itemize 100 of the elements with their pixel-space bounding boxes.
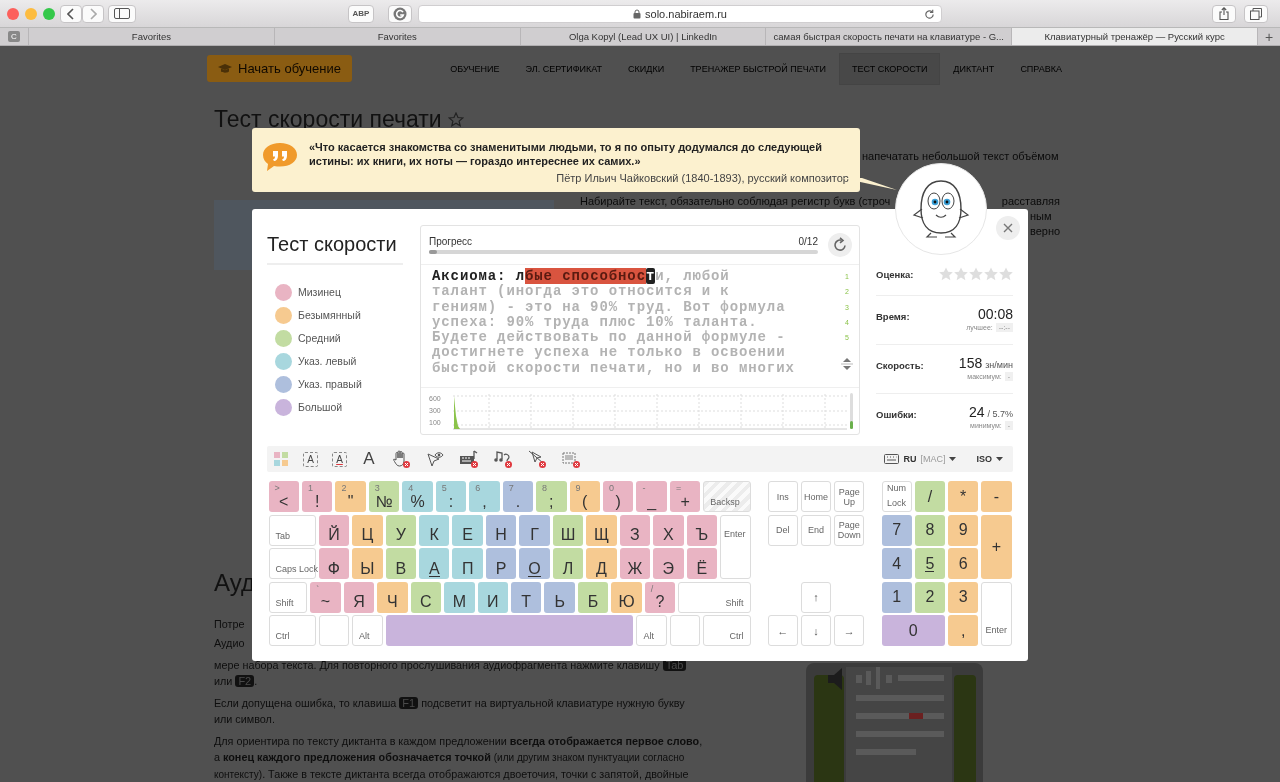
arrow-key: ← [767,615,798,646]
letter-toggle[interactable]: A [332,451,347,467]
quote-text: «Что касается знакомства со знаменитыми людьми, то я по опыту додумался до следующей истины: их книги, их ноты — гораздо интереснее их самих.» [309,140,823,168]
reload-icon[interactable] [924,8,935,20]
num-lock-key: Num Lock [881,481,912,512]
pointer-slash-icon[interactable] [527,449,547,469]
finger-label: Указ. правый [298,378,362,390]
browser-tab[interactable]: Olga Kopyl (Lead UX UI) | LinkedIn [520,28,767,45]
address-bar[interactable]: solo.nabiraem.ru [418,4,942,23]
letter-toggle[interactable]: A [303,451,318,467]
paragraph-text: Потре [214,617,245,632]
letter-key: Н [485,514,517,546]
letter-key: > < [268,481,299,512]
stat-unit: / 5.7% [987,409,1013,419]
letter-key: 3 № [368,481,400,512]
letter-key: Ё [686,548,718,579]
nav-key: Del [767,514,798,546]
lock-icon [633,8,642,19]
letter-key: Ч [377,581,408,613]
letter-key: А [419,548,450,579]
stat-label: Скорость: [876,360,924,371]
shift-key: Shift [678,581,751,613]
numpad-key: 5 [914,548,945,579]
letter-key: З [619,514,651,546]
color-grid-icon[interactable] [273,451,289,467]
shift-key: Shift [268,581,308,613]
ear-note-icon[interactable] [493,449,513,469]
letter-key: Щ [586,514,617,546]
share-button[interactable] [1212,4,1236,23]
numpad-key: * [948,481,979,512]
variant-text: [MAC] [920,454,946,464]
ctrl-key: Ctrl [268,615,316,646]
stat-label: Ошибки: [876,409,917,420]
letter-key: И [477,581,508,613]
letter-key: 5 : [435,481,467,512]
intro-text: Набирайте текст, обязательно соблюдая регистр букв (строч [580,195,891,208]
letter-key: Г [519,514,550,546]
letter-key: В [385,548,416,579]
numpad-key: + [981,514,1012,579]
blank-key [669,615,701,646]
restart-button[interactable] [828,233,852,257]
letter-key: П [452,548,483,579]
pending-text: быстрой скорости печати, но и во многих [432,359,795,376]
intro-text: напечатать небольшой текст объёмом [862,150,1059,163]
letter-key: Э [653,548,684,579]
stat-value: 24 [968,404,985,420]
letter-key: Т [511,581,542,613]
letter-key: 7 . [502,481,534,512]
keyboard-note-icon[interactable] [459,449,479,469]
star-icon [969,267,983,281]
window-icon[interactable] [561,449,581,469]
paragraph-text: Если допущена ошибка, то клавиша F1 подсветит на виртуальной клавиатуре нужную букву или символ. [214,696,686,727]
enter-key: Enter [720,514,751,579]
layout-dropdown[interactable]: RU [MAC] [884,454,957,464]
numpad-key: 3 [948,581,979,613]
letter-key: Х [653,514,684,546]
back-button[interactable] [60,4,82,23]
forward-icon [89,7,97,20]
close-icon [1003,223,1013,233]
browser-tab[interactable]: Favorites [29,28,275,45]
letter-key: Ц [352,514,383,546]
backspace-key: Backsp [703,481,751,512]
quote-icon [262,142,298,172]
finger-label: Мизинец [298,286,341,298]
scroll-arrows-icon[interactable] [841,357,853,371]
stat-label: Оценка: [876,268,914,280]
letter-key: Е [452,514,483,546]
browser-tab[interactable]: Favorites [274,28,521,45]
alt-key: Alt [352,615,383,646]
letter-key: 8 ; [536,481,567,512]
pinned-tab[interactable]: C [0,28,29,45]
close-button[interactable] [996,216,1020,240]
letter-toggle[interactable]: A [361,449,377,469]
star-outline-icon[interactable] [447,111,464,127]
browser-tab[interactable]: Клавиатурный тренажёр — Русский курс [1012,28,1258,45]
caret-icon [996,457,1003,461]
back-icon [67,7,75,20]
letter-key: Б [577,581,609,613]
pending-text: Будете действовать по данной формуле - [432,329,786,346]
arrow-key: → [834,615,865,646]
hand-icon[interactable] [391,449,411,469]
sidebar-button[interactable] [108,4,136,23]
close-window-button[interactable] [7,7,19,20]
quote-author: Пётр Ильич Чайковский (1840-1893), русский композитор [555,172,849,184]
stat-value: 00:08 [977,306,1013,322]
pending-text: достигнете успеха не только в освоении [432,344,786,361]
extension-button[interactable] [388,4,412,23]
pending-text: успеха: 90% труда плюс 10% таланта. [432,313,758,330]
tabs-button[interactable] [1244,4,1268,23]
new-tab-button[interactable]: + [1258,28,1280,45]
ctrl-key: Ctrl [703,615,751,646]
numpad-key: 9 [948,514,979,546]
finger-label: Безымянный [298,309,361,321]
cursor-eye-icon[interactable] [425,449,445,469]
keyboard-icon [884,454,900,464]
letter-key: 9 ( [569,481,600,512]
letter-key: Ь [544,581,575,613]
letter-key: 0 ) [602,481,634,512]
standard-dropdown[interactable]: ISO [976,454,1003,464]
extension-button[interactable]: ABP [348,4,374,23]
